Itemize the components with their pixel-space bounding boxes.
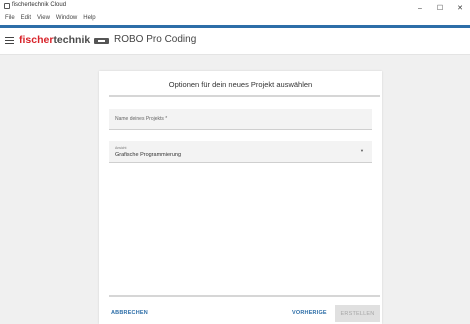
app-header: fischertechnik ROBO Pro Coding	[0, 28, 470, 55]
brand-name-gray: technik	[53, 34, 91, 46]
window-titlebar: fischertechnik Cloud – ☐ ✕	[0, 0, 470, 13]
window-title: fischertechnik Cloud	[12, 2, 67, 8]
dropdown-arrow-icon: ▼	[360, 148, 364, 153]
cancel-button[interactable]: ABBRECHEN	[111, 310, 148, 316]
brand-block-icon	[94, 38, 109, 44]
dialog-title: Optionen für dein neues Projekt auswähle…	[168, 80, 313, 89]
menu-item-help[interactable]: Help	[80, 13, 98, 23]
dialog-divider-top	[109, 95, 380, 97]
menu-item-view[interactable]: View	[34, 13, 53, 23]
view-select-label: Ansicht	[115, 146, 127, 150]
brand-name-red: fischer	[19, 34, 54, 46]
app-icon	[4, 3, 10, 9]
view-select[interactable]: Ansicht Grafische Programmierung ▼	[109, 141, 372, 163]
project-name-field[interactable]: Name deines Projekts *	[109, 109, 372, 130]
view-select-value: Grafische Programmierung	[115, 152, 182, 158]
product-title: ROBO Pro Coding	[114, 34, 197, 45]
menu-item-edit[interactable]: Edit	[18, 13, 34, 23]
window-controls: – ☐ ✕	[410, 0, 470, 13]
menu-item-file[interactable]: File	[2, 13, 18, 23]
hamburger-menu-icon[interactable]	[5, 37, 14, 45]
create-button[interactable]: ERSTELLEN	[335, 305, 380, 322]
new-project-dialog: Optionen für dein neues Projekt auswähle…	[99, 71, 382, 324]
previous-button[interactable]: VORHERIGE	[292, 310, 327, 316]
brand-logo-text: fischertechnik	[19, 34, 90, 46]
project-name-placeholder: Name deines Projekts *	[115, 116, 168, 122]
dialog-divider-bottom	[109, 295, 380, 297]
menu-item-window[interactable]: Window	[53, 13, 80, 23]
menu-bar: File Edit View Window Help	[0, 13, 470, 23]
